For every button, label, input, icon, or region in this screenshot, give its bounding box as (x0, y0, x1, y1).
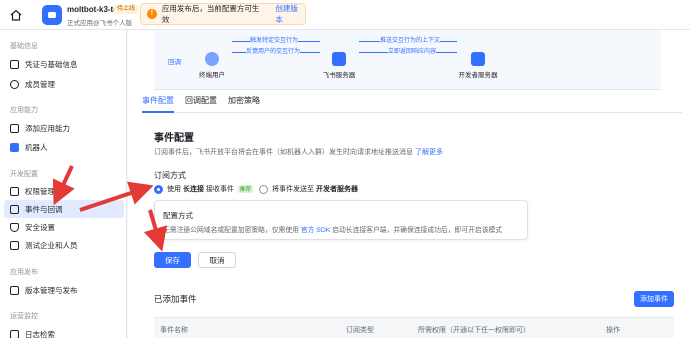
version-icon (10, 285, 19, 295)
sidebar-item-label: 事件与回调 (25, 204, 63, 214)
server-icon (332, 52, 346, 66)
tab-event-config[interactable]: 事件配置 (142, 95, 174, 113)
sidebar-item-version[interactable]: 版本管理与发布 (4, 281, 124, 299)
diagram-node-label: 飞书服务器 (322, 72, 356, 79)
sidebar-item-permissions[interactable]: 权限管理 (4, 182, 124, 200)
diagram-node-label: 开发者服务器 (458, 72, 498, 79)
sidebar-item-members[interactable]: 成员管理 (4, 75, 124, 93)
add-event-button[interactable]: 添加事件 (634, 291, 674, 307)
events-icon (10, 204, 19, 214)
app-status-badge: 待上线 (114, 5, 139, 14)
option-bold: 长连接 (182, 186, 204, 193)
shield-icon (10, 222, 19, 232)
sidebar-item-label: 添加应用能力 (25, 123, 70, 133)
config-text: 无需注册公网域名或配置加密策略，仅需使用 官方 SDK 启动长连接客户端，并确保… (163, 224, 502, 234)
diagram-node-dev: 开发者服务器 (448, 52, 508, 79)
column-header: 所需权限（开通以下任一权限即可） (418, 327, 530, 334)
recommended-tag: 推荐 (237, 185, 253, 193)
config-info-box: 配置方式 无需注册公网域名或配置加密策略，仅需使用 官方 SDK 启动长连接客户… (154, 200, 528, 240)
sidebar-item-label: 日志检索 (25, 329, 55, 338)
added-events-title: 已添加事件 (154, 294, 197, 304)
sdk-link[interactable]: 官方 SDK (301, 227, 330, 234)
column-header: 操作 (606, 327, 620, 334)
logs-icon (10, 329, 19, 338)
tab-encryption[interactable]: 加密策略 (228, 95, 260, 113)
column-header: 事件名称 (160, 327, 188, 334)
page-title: 事件配置 (154, 133, 194, 144)
test-icon (10, 240, 19, 250)
sidebar-item-events[interactable]: 事件与回调 (4, 200, 124, 218)
sidebar-item-robot[interactable]: 机器人 (4, 138, 124, 156)
sidebar-group-capability: 应用能力 (10, 107, 38, 114)
tab-bar: 事件配置 回调配置 加密策略 (142, 95, 682, 113)
subscribe-mode-title: 订阅方式 (154, 171, 186, 180)
sidebar-item-label: 安全设置 (25, 222, 55, 232)
option-suffix: 接收事件 (205, 186, 234, 193)
sidebar-item-label: 版本管理与发布 (25, 285, 78, 295)
sidebar-item-test[interactable]: 测试企业和人员 (4, 236, 124, 254)
sidebar-item-label: 成员管理 (25, 79, 55, 89)
column-header: 订阅类型 (346, 327, 374, 334)
grid-icon (10, 123, 19, 133)
sidebar-item-security[interactable]: 安全设置 (4, 218, 124, 236)
members-icon (10, 79, 19, 89)
radio-dev-server[interactable]: 将事件发送至 开发者服务器 (259, 184, 358, 194)
sidebar-item-add-capability[interactable]: 添加应用能力 (4, 119, 124, 137)
config-text-part: 启动长连接客户端，并确保连接成功后，即可开启该模式 (332, 227, 503, 234)
config-text-part: 无需注册公网域名或配置加密策略，仅需使用 (163, 227, 299, 234)
save-button[interactable]: 保存 (154, 252, 191, 268)
app-logo (42, 5, 62, 25)
sidebar-item-label: 测试企业和人员 (25, 240, 78, 250)
tab-callback-config[interactable]: 回调配置 (185, 95, 217, 113)
arrow-label-trigger: 触发特定交互行为 (250, 35, 299, 44)
diagram-tag: 回调 (168, 59, 181, 66)
warning-icon: ! (147, 9, 157, 19)
option-prefix: 使用 (167, 186, 181, 193)
robot-icon (10, 142, 19, 152)
config-title: 配置方式 (163, 211, 193, 220)
option-prefix: 将事件发送至 (272, 186, 314, 193)
sidebar-item-label: 权限管理 (25, 186, 55, 196)
radio-button[interactable] (259, 184, 268, 194)
sidebar-item-label: 机器人 (25, 142, 48, 152)
cancel-button[interactable]: 取消 (198, 252, 236, 268)
diagram-node-label: 终端用户 (199, 72, 225, 79)
radio-long-connection[interactable]: 使用 长连接 接收事件 推荐 (154, 184, 253, 194)
arrow-label-return: 立即返回响应内容 (388, 46, 437, 55)
section-description: 订阅事件后，飞书开放平台将会在事件（如机器人入群）发生时向请求地址推送消息 了解… (154, 147, 443, 157)
events-table-header: 事件名称 订阅类型 所需权限（开通以下任一权限即可） 操作 (154, 317, 674, 338)
arrow-label-push: 推送交互行为的上下文 (380, 35, 441, 44)
sidebar-group-ops: 运营监控 (10, 313, 38, 320)
learn-more-link[interactable]: 了解更多 (415, 149, 443, 156)
app-subtitle: 正式应用@飞书个人版 (67, 20, 133, 27)
sidebar-item-credentials[interactable]: 凭证与基础信息 (4, 55, 124, 73)
arrow-label-feedback: 反馈用户的交互行为 (246, 46, 301, 55)
home-icon[interactable] (9, 8, 23, 22)
option-bold: 开发者服务器 (315, 186, 358, 193)
sidebar-item-logs[interactable]: 日志检索 (4, 325, 124, 338)
sidebar-item-label: 凭证与基础信息 (25, 59, 78, 69)
diagram-node-user: 终端用户 (187, 52, 237, 79)
sidebar-group-release: 应用发布 (10, 269, 38, 276)
diagram-node-server: 飞书服务器 (314, 52, 364, 79)
flow-diagram: 回调 终端用户 飞书服务器 开发者服务器 触发特定交互行为 反馈用户的交互行为 … (154, 30, 661, 90)
notice-text: 应用发布后，当前配置方可生效 (161, 4, 260, 24)
sidebar: 基础信息 凭证与基础信息 成员管理 应用能力 添加应用能力 机器人 开发配置 权… (0, 30, 127, 338)
sidebar-group-basic: 基础信息 (10, 43, 38, 50)
user-icon (205, 52, 219, 66)
publish-notice: ! 应用发布后，当前配置方可生效 创建版本 (140, 3, 306, 25)
credentials-icon (10, 59, 19, 69)
main-content: 回调 终端用户 飞书服务器 开发者服务器 触发特定交互行为 反馈用户的交互行为 … (128, 30, 690, 338)
sidebar-group-dev: 开发配置 (10, 171, 38, 178)
top-bar: moltbot-k3-test 待上线 正式应用@飞书个人版 ! 应用发布后，当… (0, 0, 690, 30)
create-version-link[interactable]: 创建版本 (275, 3, 305, 25)
dev-server-icon (471, 52, 485, 66)
lock-icon (10, 186, 19, 196)
radio-button-checked[interactable] (154, 184, 163, 194)
description-text: 订阅事件后，飞书开放平台将会在事件（如机器人入群）发生时向请求地址推送消息 (154, 149, 413, 156)
